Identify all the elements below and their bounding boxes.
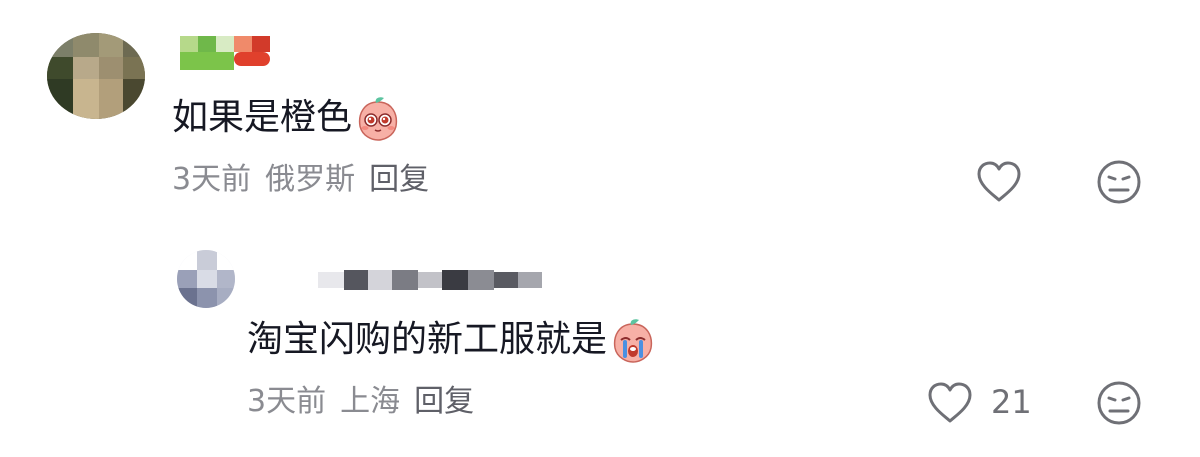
peach-emoji-icon [358, 97, 398, 141]
username-redacted[interactable] [180, 36, 274, 70]
peach-emoji-icon [613, 319, 653, 363]
username-redacted[interactable] [318, 266, 544, 294]
reply-button[interactable]: 回复 [369, 162, 429, 197]
like-count: 21 [991, 383, 1032, 421]
heart-outline-icon[interactable] [975, 160, 1023, 204]
unamused-face-icon[interactable] [1096, 380, 1142, 426]
heart-outline-icon[interactable] [926, 381, 974, 425]
unamused-face-icon[interactable] [1096, 159, 1142, 205]
comment-location: 俄罗斯 [265, 162, 356, 197]
comment-text: 淘宝闪购的新工服就是 [247, 314, 657, 366]
comment-location: 上海 [340, 384, 401, 419]
comment-text: 如果是橙色 [172, 92, 402, 144]
comment-time: 3天前 [172, 162, 252, 197]
avatar[interactable] [47, 33, 145, 119]
comment-time: 3天前 [247, 384, 327, 419]
avatar[interactable] [177, 250, 235, 308]
comment-meta: 3天前 俄罗斯 回复 [172, 158, 429, 202]
comment-meta: 3天前 上海 回复 [247, 380, 474, 424]
reply-button[interactable]: 回复 [414, 384, 474, 419]
